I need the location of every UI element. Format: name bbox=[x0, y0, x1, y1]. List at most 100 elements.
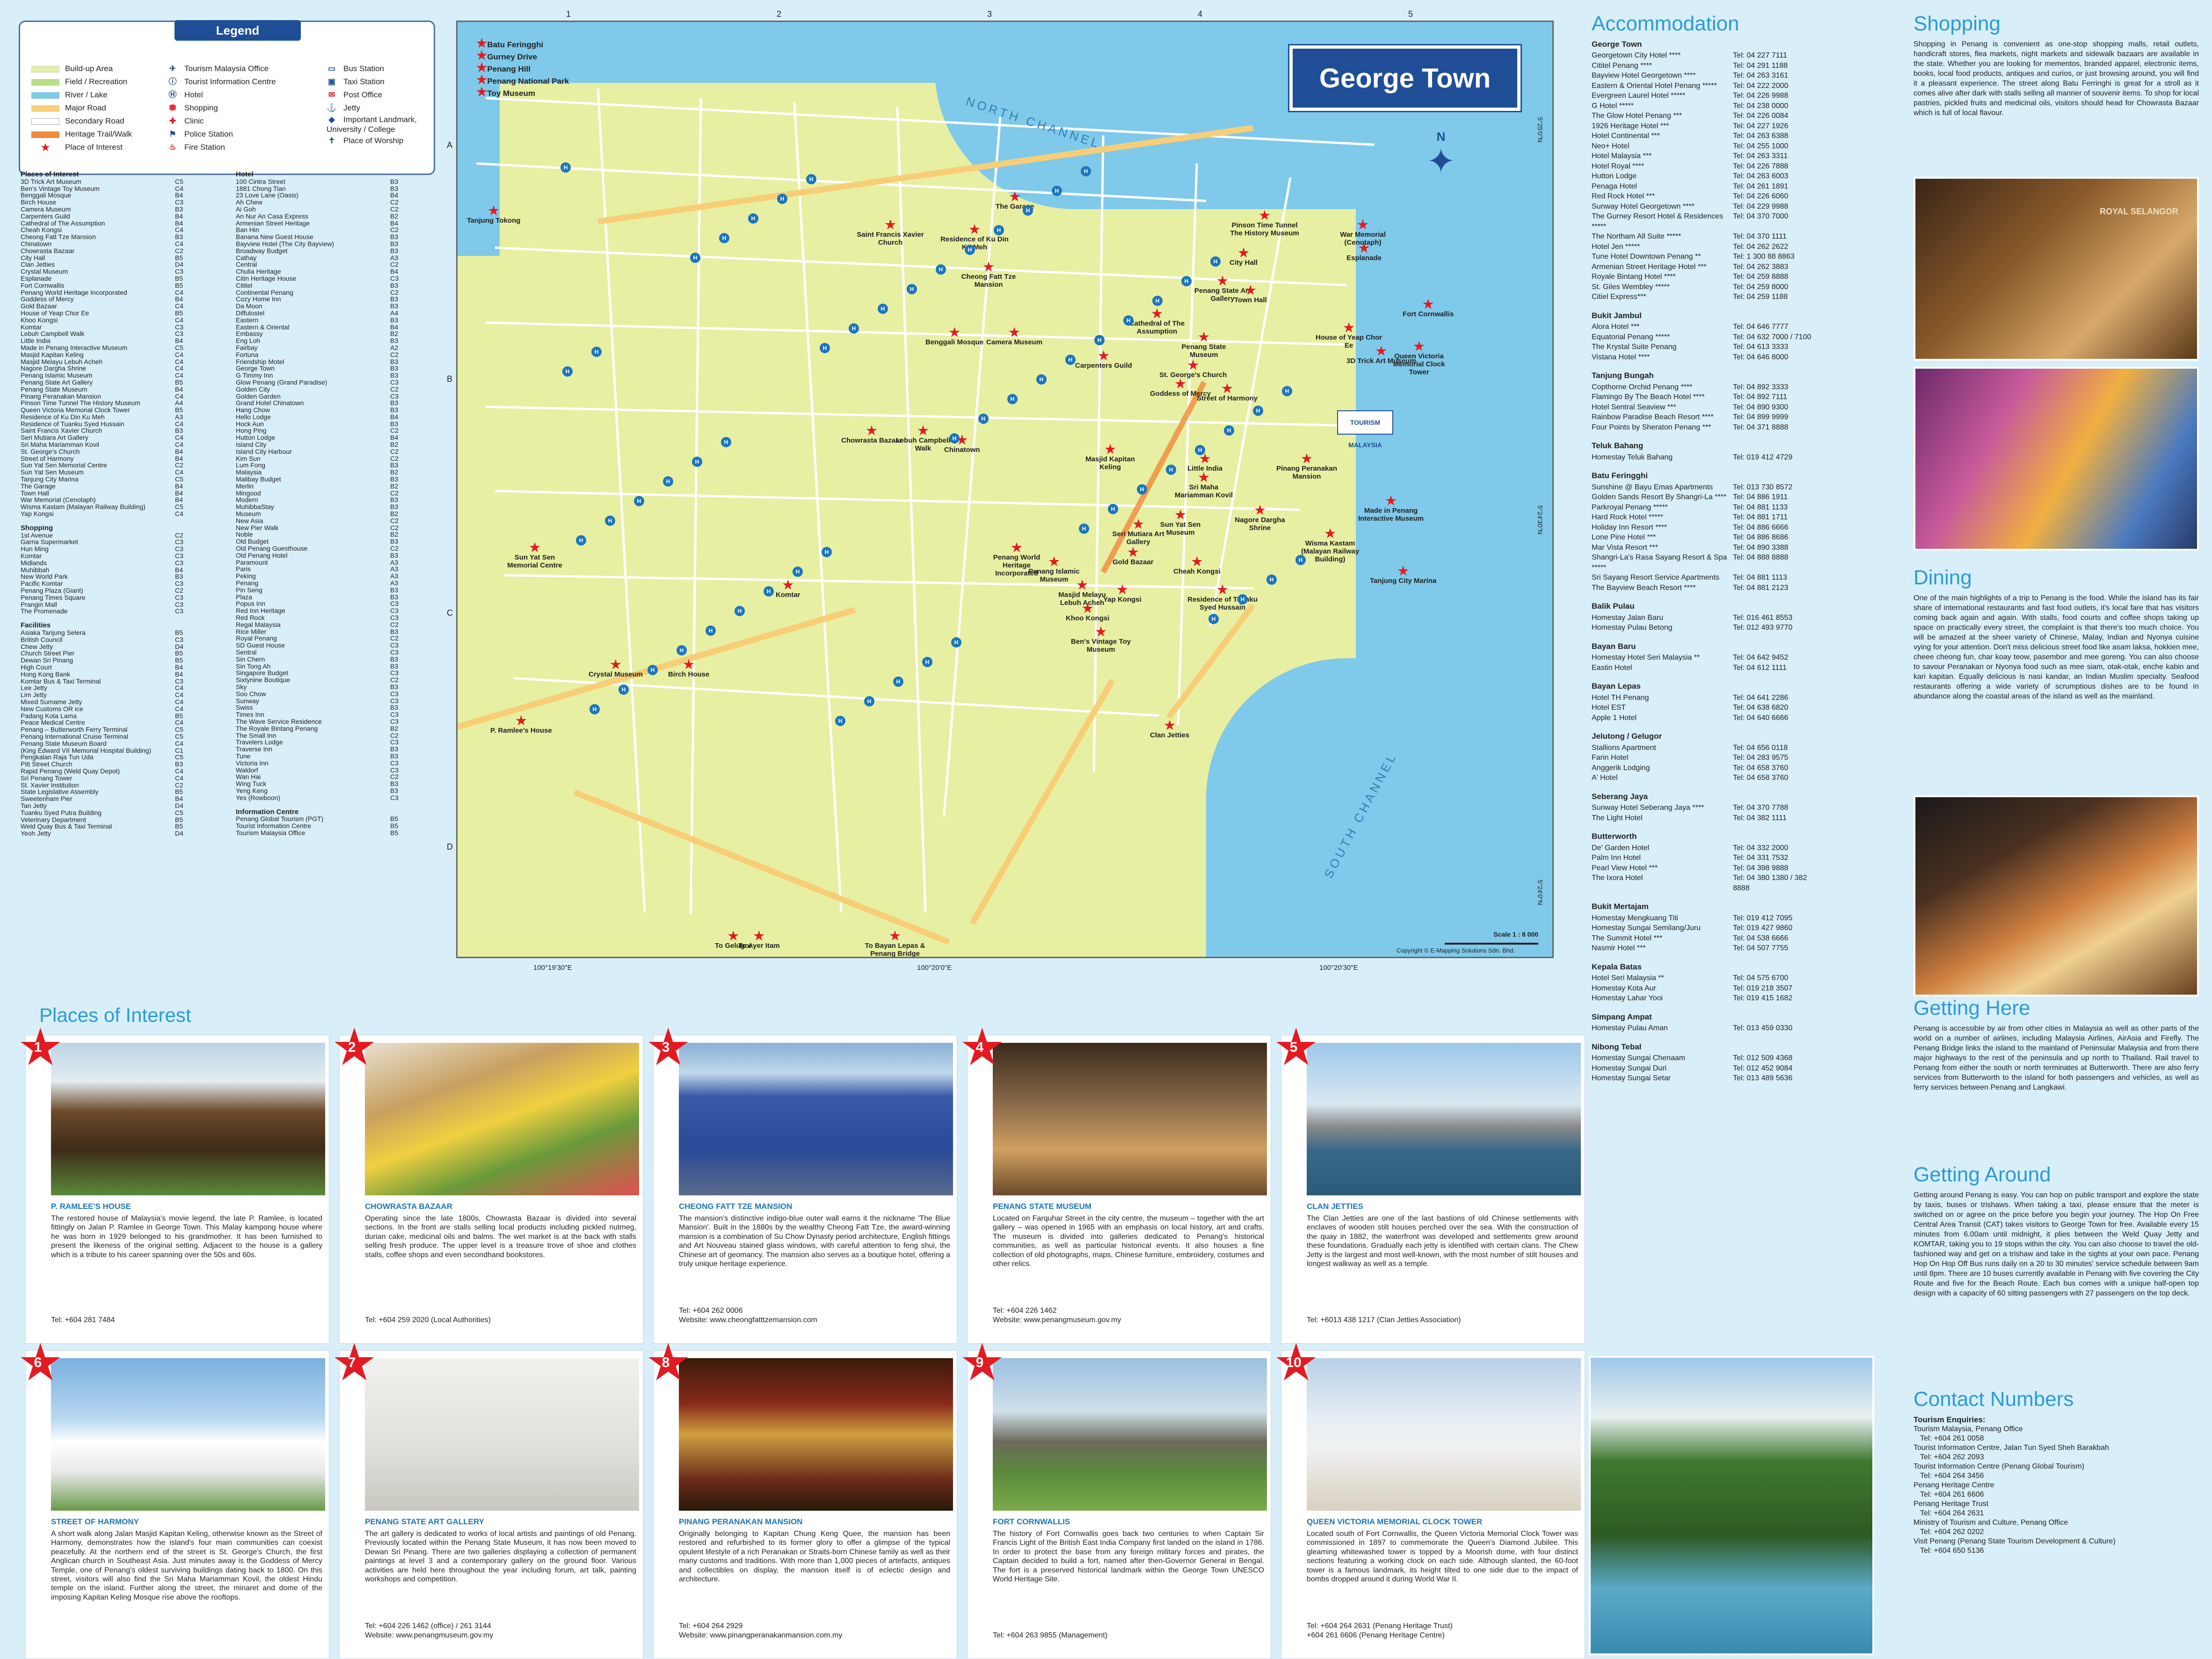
poi-marker[interactable]: ★ Camera Museum bbox=[986, 326, 1042, 346]
poi-marker[interactable]: ★ Wisma Kastam (Malayan Railway Building) bbox=[1295, 527, 1365, 563]
poi-marker[interactable]: ★ Pinang Peranakan Mansion bbox=[1272, 452, 1342, 480]
hotel-marker-icon[interactable]: H bbox=[777, 194, 787, 204]
place-card[interactable]: ★ 7 PENANG STATE ART GALLERY The art galler… bbox=[331, 1337, 643, 1659]
hotel-marker-icon[interactable]: H bbox=[591, 347, 602, 357]
poi-marker[interactable]: ★ City Hall bbox=[1230, 247, 1258, 267]
hotel-marker-icon[interactable]: H bbox=[878, 304, 888, 314]
hotel-marker-icon[interactable]: H bbox=[735, 606, 745, 616]
poi-marker[interactable]: ★ Cheong Fatt Tze Mansion bbox=[953, 261, 1024, 289]
hotel-marker-icon[interactable]: H bbox=[648, 665, 658, 675]
hotel-marker-icon[interactable]: H bbox=[1208, 614, 1219, 624]
hotel-marker-icon[interactable]: H bbox=[605, 516, 615, 526]
hotel-marker-icon[interactable]: H bbox=[1007, 394, 1018, 404]
hotel-marker-icon[interactable]: H bbox=[589, 704, 600, 714]
hotel-marker-icon[interactable]: H bbox=[663, 476, 673, 487]
hotel-marker-icon[interactable]: H bbox=[560, 162, 571, 173]
poi-marker[interactable]: ★ Khoo Kongsi bbox=[1066, 602, 1109, 622]
poi-marker[interactable]: ★ To Gelugor bbox=[715, 930, 752, 950]
poi-marker[interactable]: ★ Fort Cornwallis bbox=[1403, 298, 1454, 318]
hotel-marker-icon[interactable]: H bbox=[1166, 465, 1176, 475]
hotel-marker-icon[interactable]: H bbox=[1036, 374, 1047, 385]
poi-marker[interactable]: ★ Made in Penang Interactive Museum bbox=[1356, 495, 1426, 523]
hotel-marker-icon[interactable]: H bbox=[907, 284, 917, 294]
hotel-marker-icon[interactable]: H bbox=[1137, 484, 1147, 495]
hotel-marker-icon[interactable]: H bbox=[692, 457, 702, 467]
poi-marker[interactable]: ★Batu Feringghi bbox=[476, 37, 543, 49]
hotel-marker-icon[interactable]: H bbox=[1195, 445, 1205, 455]
place-card[interactable]: ★ 8 PINANG PERANAKAN MANSION Originally bel… bbox=[645, 1337, 957, 1659]
poi-marker[interactable]: ★ Town Hall bbox=[1234, 284, 1267, 304]
hotel-marker-icon[interactable]: H bbox=[562, 366, 573, 377]
poi-marker[interactable]: ★ Street of Harmony bbox=[1197, 382, 1258, 402]
poi-marker[interactable]: ★ Tanjung City Marina bbox=[1370, 565, 1436, 585]
hotel-marker-icon[interactable]: H bbox=[994, 225, 1004, 235]
hotel-marker-icon[interactable]: H bbox=[793, 567, 803, 577]
hotel-marker-icon[interactable]: H bbox=[951, 637, 961, 648]
hotel-marker-icon[interactable]: H bbox=[835, 716, 845, 726]
poi-marker[interactable]: ★ Sun Yat Sen Memorial Centre bbox=[500, 541, 570, 569]
hotel-marker-icon[interactable]: H bbox=[1094, 335, 1105, 345]
place-card[interactable]: ★ 6 STREET OF HARMONY A short walk along Ja… bbox=[17, 1337, 329, 1659]
poi-marker[interactable]: ★ Saint Francis Xavier Church bbox=[855, 218, 925, 247]
poi-marker[interactable]: ★ Nagore Dargha Shrine bbox=[1225, 504, 1295, 532]
poi-marker[interactable]: ★ Crystal Museum bbox=[589, 658, 643, 678]
poi-marker[interactable]: ★ 3D Trick Art Museum bbox=[1346, 345, 1416, 365]
poi-marker[interactable]: ★ Clan Jetties bbox=[1150, 719, 1189, 739]
hotel-marker-icon[interactable]: H bbox=[576, 535, 586, 546]
poi-marker[interactable]: ★ Komtar bbox=[776, 579, 800, 599]
hotel-marker-icon[interactable]: H bbox=[1108, 504, 1118, 514]
poi-marker[interactable]: ★ Masjid Kapitan Keling bbox=[1075, 443, 1145, 471]
poi-marker[interactable]: ★ St. George's Church bbox=[1159, 359, 1227, 379]
hotel-marker-icon[interactable]: H bbox=[1253, 406, 1263, 416]
place-card[interactable]: ★ 4 PENANG STATE MUSEUM Located on Farquhar… bbox=[959, 1022, 1271, 1344]
poi-marker[interactable]: ★Toy Museum bbox=[476, 86, 535, 98]
hotel-marker-icon[interactable]: H bbox=[677, 645, 687, 655]
hotel-marker-icon[interactable]: H bbox=[706, 626, 716, 636]
place-card[interactable]: ★ 9 FORT CORNWALLIS The history of Fort Cor… bbox=[959, 1337, 1271, 1659]
hotel-marker-icon[interactable]: H bbox=[1224, 425, 1234, 436]
place-card[interactable]: ★ 3 CHEONG FATT TZE MANSION The mansion's d… bbox=[645, 1022, 957, 1344]
poi-marker[interactable]: ★ Penang State Museum bbox=[1169, 331, 1239, 359]
hotel-marker-icon[interactable]: H bbox=[748, 213, 758, 224]
hotel-marker-icon[interactable]: H bbox=[690, 253, 700, 263]
hotel-marker-icon[interactable]: H bbox=[634, 496, 644, 506]
hotel-marker-icon[interactable]: H bbox=[1065, 355, 1076, 365]
hotel-marker-icon[interactable]: H bbox=[1266, 575, 1277, 585]
hotel-marker-icon[interactable]: H bbox=[806, 174, 816, 184]
place-card[interactable]: ★ 10 QUEEN VICTORIA MEMORIAL CLOCK TOWER Lo… bbox=[1273, 1337, 1585, 1659]
hotel-marker-icon[interactable]: H bbox=[936, 264, 946, 275]
hotel-marker-icon[interactable]: H bbox=[1123, 315, 1134, 326]
hotel-marker-icon[interactable]: H bbox=[1079, 524, 1089, 534]
hotel-marker-icon[interactable]: H bbox=[721, 437, 731, 447]
poi-marker[interactable]: ★ Birch House bbox=[668, 658, 709, 678]
hotel-marker-icon[interactable]: H bbox=[1152, 296, 1163, 306]
hotel-marker-icon[interactable]: H bbox=[764, 586, 774, 597]
poi-marker[interactable]: ★ Gold Bazaar bbox=[1113, 546, 1154, 566]
hotel-marker-icon[interactable]: H bbox=[719, 233, 729, 243]
hotel-marker-icon[interactable]: H bbox=[978, 414, 989, 424]
hotel-marker-icon[interactable]: H bbox=[1023, 205, 1033, 216]
poi-marker[interactable]: ★ Sri Maha Mariamman Kovil bbox=[1169, 471, 1239, 499]
poi-marker[interactable]: ★ Little India bbox=[1187, 452, 1222, 473]
hotel-marker-icon[interactable]: H bbox=[922, 657, 932, 667]
place-card[interactable]: ★ 2 CHOWRASTA BAZAAR Operating since the la… bbox=[331, 1022, 643, 1344]
hotel-marker-icon[interactable]: H bbox=[949, 433, 960, 444]
poi-marker[interactable]: ★ Tanjung Tokong bbox=[467, 204, 520, 225]
george-town-map[interactable]: George Town NORTH CHANNEL SOUTH CHANNEL … bbox=[456, 21, 1554, 958]
hotel-marker-icon[interactable]: H bbox=[1295, 555, 1306, 565]
poi-marker[interactable]: ★ P. Ramlee's House bbox=[490, 714, 552, 735]
poi-marker[interactable]: ★Penang National Park bbox=[476, 73, 569, 86]
hotel-marker-icon[interactable]: H bbox=[618, 684, 629, 695]
hotel-marker-icon[interactable]: H bbox=[965, 245, 975, 255]
hotel-marker-icon[interactable]: H bbox=[1237, 594, 1248, 604]
place-card[interactable]: ★ 5 CLAN JETTIES The Clan Jetties are one o… bbox=[1273, 1022, 1585, 1344]
place-card[interactable]: ★ 1 P. RAMLEE'S HOUSE The restored house of… bbox=[17, 1022, 329, 1344]
poi-marker[interactable]: ★ Yap Kongsi bbox=[1103, 583, 1142, 604]
poi-marker[interactable]: ★Penang Hill bbox=[476, 61, 531, 73]
hotel-marker-icon[interactable]: H bbox=[1081, 166, 1091, 176]
poi-marker[interactable]: ★ Pinson Time Tunnel The History Museum bbox=[1230, 209, 1300, 237]
hotel-marker-icon[interactable]: H bbox=[1210, 256, 1221, 267]
poi-marker[interactable]: ★ Benggali Mosque bbox=[925, 326, 983, 346]
poi-marker[interactable]: ★ Seri Mutiara Art Gallery bbox=[1103, 518, 1173, 546]
hotel-marker-icon[interactable]: H bbox=[820, 343, 830, 353]
